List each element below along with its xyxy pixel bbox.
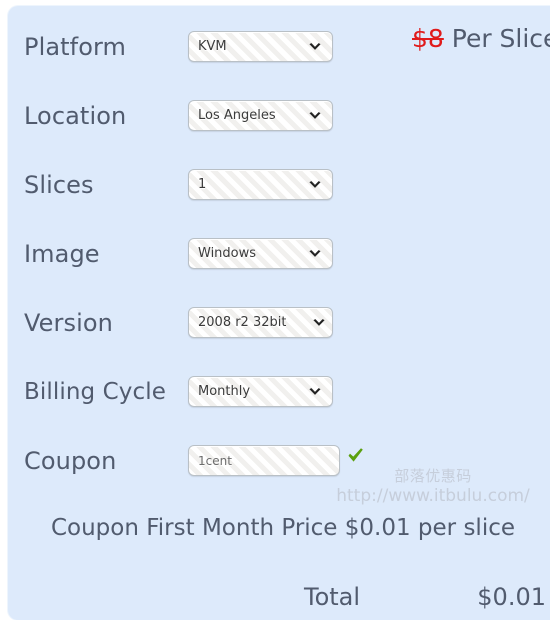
label-version: Version [24,308,113,337]
select-platform[interactable]: KVM [188,31,333,62]
check-icon [347,447,364,464]
select-slices[interactable]: 1 [188,169,333,200]
label-platform: Platform [24,32,127,61]
select-image[interactable]: Windows [188,238,333,269]
select-slices-value: 1 [198,177,207,192]
order-configuration-panel: $8 Per Slice Platform KVM Location Los A… [8,6,550,620]
label-coupon: Coupon [24,446,117,475]
form-row-platform: Platform KVM [8,12,550,81]
select-version[interactable]: 2008 r2 32bit [188,307,333,338]
chevron-down-icon [307,177,323,193]
select-platform-value: KVM [198,39,227,54]
total-row: Total $0.01 [8,582,550,614]
label-image: Image [24,239,100,268]
select-billing-cycle-value: Monthly [198,384,251,399]
form-row-version: Version 2008 r2 32bit [8,288,550,357]
select-location-value: Los Angeles [198,108,276,123]
select-location[interactable]: Los Angeles [188,100,333,131]
select-version-value: 2008 r2 32bit [198,315,287,330]
total-label: Total [304,583,361,611]
chevron-down-icon [307,384,323,400]
total-value: $0.01 [477,583,546,611]
coupon-input[interactable]: 1cent [188,445,340,476]
form-row-location: Location Los Angeles [8,81,550,150]
coupon-first-month-note: Coupon First Month Price $0.01 per slice [50,515,516,541]
label-slices: Slices [24,170,94,199]
select-billing-cycle[interactable]: Monthly [188,376,333,407]
form-row-coupon: Coupon 1cent [8,426,550,495]
chevron-down-icon [307,108,323,124]
label-billing-cycle: Billing Cycle [24,378,166,405]
select-image-value: Windows [198,246,257,261]
chevron-down-icon [307,246,323,262]
form-row-slices: Slices 1 [8,150,550,219]
form-row-billing-cycle: Billing Cycle Monthly [8,357,550,426]
chevron-down-icon [311,315,327,331]
chevron-down-icon [307,39,323,55]
label-location: Location [24,101,127,130]
coupon-input-value: 1cent [198,453,232,468]
form-row-image: Image Windows [8,219,550,288]
